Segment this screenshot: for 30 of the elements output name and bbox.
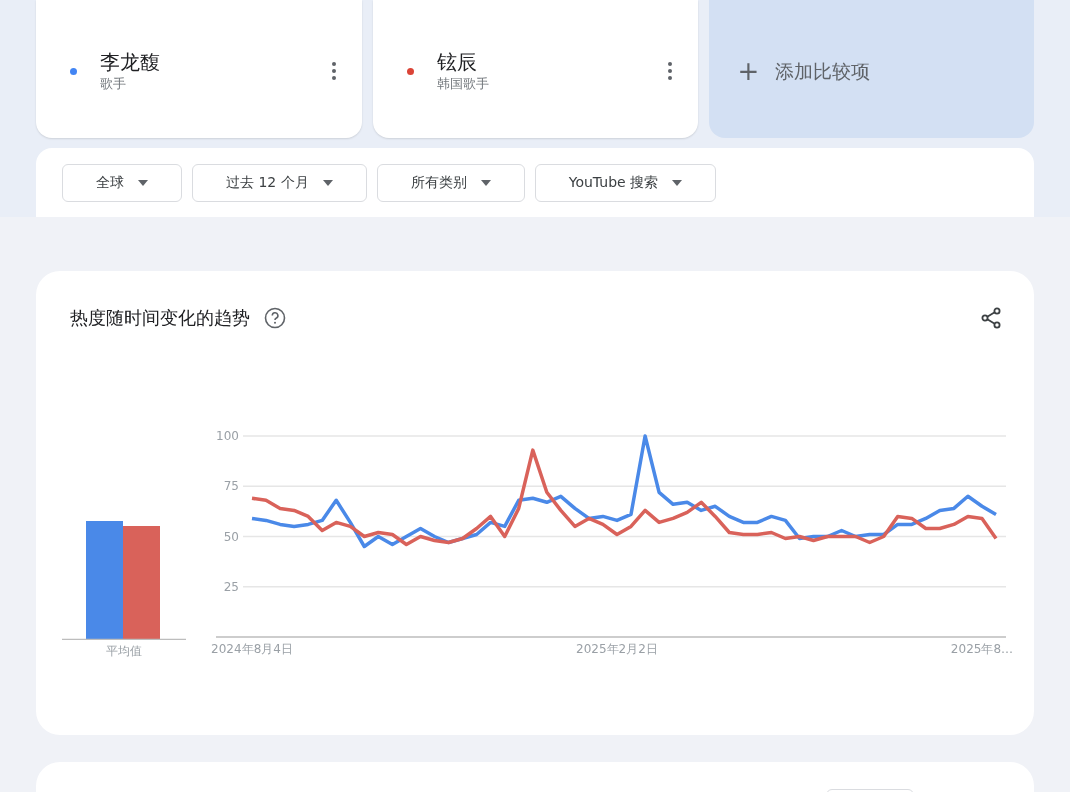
y-tick-label: 25 (223, 579, 239, 594)
add-comparison-button[interactable]: + 添加比较项 (709, 0, 1034, 138)
caret-icon (138, 179, 148, 186)
filter-dropdown[interactable]: YouTube 搜索 (534, 163, 717, 202)
average-label: 平均值 (106, 643, 142, 660)
more-options-icon[interactable] (331, 62, 336, 80)
term-subtitle: 歌手 (100, 75, 127, 93)
y-tick-label: 50 (223, 529, 239, 544)
filter-dropdown[interactable]: 所有类别 (376, 163, 525, 202)
caret-icon (480, 179, 491, 186)
plus-icon: + (737, 58, 760, 84)
caret-icon (672, 179, 683, 186)
y-tick-label: 100 (216, 429, 239, 443)
term-subtitle: 韩国歌手 (436, 75, 490, 93)
x-tick-label: 2024年8月4日 (211, 642, 293, 656)
filter-dropdown[interactable]: 过去 12 个月 (192, 163, 367, 202)
share-icon[interactable] (980, 306, 1002, 329)
x-tick-label: 2025年2月2日 (576, 642, 658, 656)
x-tick-label: 2025年8… (950, 642, 1014, 656)
card-title: 热度随时间变化的趋势 (70, 306, 250, 330)
caret-icon (322, 179, 333, 186)
add-comparison-label: 添加比较项 (775, 58, 871, 84)
filter-dropdown[interactable]: 全球 (62, 163, 182, 202)
term-name: 铉辰 (436, 49, 478, 75)
more-options-icon[interactable] (668, 62, 673, 80)
term-name: 李龙馥 (100, 49, 161, 75)
help-icon[interactable] (264, 306, 286, 329)
search-term-card[interactable]: 李龙馥 歌手 (36, 0, 362, 138)
y-tick-label: 75 (223, 479, 239, 494)
search-term-card[interactable]: 铉辰 韩国歌手 (372, 0, 699, 138)
